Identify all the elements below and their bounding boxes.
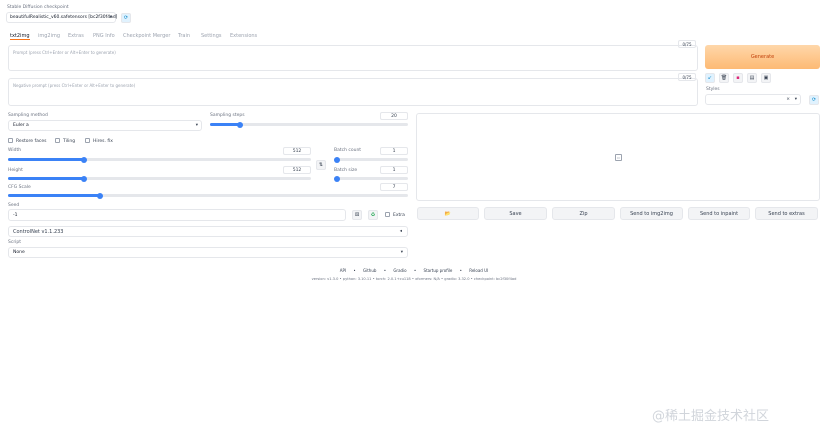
width-slider[interactable] [8, 156, 311, 163]
refresh-checkpoint-icon[interactable]: ⟳ [121, 13, 131, 23]
styles-select[interactable]: ▾ × [705, 94, 801, 105]
tab-png-info[interactable]: PNG Info [93, 33, 115, 39]
script-value: None [13, 250, 25, 255]
clear-icon[interactable]: × [786, 97, 790, 102]
swap-dimensions-icon[interactable]: ⇅ [316, 160, 326, 170]
negative-prompt-placeholder: Negative prompt (press Ctrl+Enter or Alt… [13, 83, 136, 88]
height-slider[interactable] [8, 175, 311, 182]
footer-link-reload-ui[interactable]: Reload UI [469, 268, 488, 273]
trash-icon[interactable]: 🗑 [719, 73, 729, 83]
cfg-scale-input[interactable]: 7 [380, 183, 408, 191]
sampling-steps-input[interactable]: 20 [380, 112, 408, 120]
batch-size-input[interactable]: 1 [380, 166, 408, 174]
script-select[interactable]: None ▾ [8, 247, 408, 258]
checkbox-box [8, 138, 13, 143]
red-card-icon[interactable]: ▪ [733, 73, 743, 83]
extra-seed-label: Extra [393, 213, 405, 218]
generate-button[interactable]: Generate [705, 45, 820, 69]
send-to-img2img-button[interactable]: Send to img2img [620, 207, 683, 220]
footer-links: API • Github • Gradio • Startup profile … [339, 268, 489, 273]
send-to-inpaint-button[interactable]: Send to inpaint [688, 207, 750, 220]
arrow-icon[interactable]: ↙ [705, 73, 715, 83]
tab-settings[interactable]: Settings [201, 33, 222, 39]
tab-extras[interactable]: Extras [68, 33, 84, 39]
cfg-scale-label: CFG Scale [8, 185, 31, 190]
tab-img2img[interactable]: img2img [38, 33, 60, 39]
restore-faces-label: Restore faces [16, 139, 47, 144]
save-button[interactable]: Save [484, 207, 547, 220]
refresh-styles-icon[interactable]: ⟳ [809, 95, 819, 105]
checkbox-box [385, 212, 390, 217]
batch-size-label: Batch size [334, 168, 358, 173]
height-label: Height [8, 168, 23, 173]
footer-link-gradio[interactable]: Gradio [393, 268, 406, 273]
batch-count-label: Batch count [334, 148, 362, 153]
footer-link-api[interactable]: API [340, 268, 346, 273]
hires-fix-label: Hires. fix [93, 139, 113, 144]
negative-prompt-input[interactable]: Negative prompt (press Ctrl+Enter or Alt… [8, 78, 698, 106]
chevron-down-icon: ▾ [109, 15, 112, 20]
cfg-scale-slider[interactable] [8, 192, 408, 199]
dice-icon[interactable]: ⚄ [352, 210, 362, 220]
checkpoint-value: beautifulRealistic_v60.safetensors [bc2f… [10, 15, 118, 20]
zip-button[interactable]: Zip [552, 207, 615, 220]
extra-seed-checkbox[interactable]: Extra [385, 212, 405, 218]
tab-bar: txt2img img2img Extras PNG Info Checkpoi… [10, 33, 410, 41]
sampling-steps-slider[interactable] [210, 121, 408, 128]
watermark-text: @稀土掘金技术社区 [652, 409, 770, 424]
tab-train[interactable]: Train [178, 33, 190, 39]
batch-count-input[interactable]: 1 [380, 147, 408, 155]
chevron-down-icon: ▾ [400, 250, 403, 255]
checkpoint-label: Stable Diffusion checkpoint [7, 5, 69, 10]
checkbox-box [85, 138, 90, 143]
prompt-placeholder: Prompt (press Ctrl+Enter or Alt+Enter to… [13, 50, 116, 55]
prompt-token-counter: 0/75 [678, 40, 696, 48]
tiling-checkbox[interactable]: Tiling [55, 138, 75, 144]
checkbox-box [55, 138, 60, 143]
width-input[interactable]: 512 [283, 147, 311, 155]
tiling-label: Tiling [63, 139, 76, 144]
prompt-input[interactable]: Prompt (press Ctrl+Enter or Alt+Enter to… [8, 45, 698, 71]
footer-link-startup-profile[interactable]: Startup profile [424, 268, 453, 273]
chevron-down-icon: ▾ [794, 97, 797, 102]
batch-count-slider[interactable] [334, 156, 408, 163]
send-to-extras-button[interactable]: Send to extras [755, 207, 818, 220]
script-label: Script [8, 240, 22, 245]
collapse-triangle-icon: ◂ [399, 229, 402, 234]
restore-faces-checkbox[interactable]: Restore faces [8, 138, 46, 144]
output-gallery: ▫ [416, 113, 820, 201]
recycle-icon[interactable]: ♻ [368, 210, 378, 220]
batch-size-slider[interactable] [334, 175, 408, 182]
controlnet-label: ControlNet v1.1.233 [13, 229, 64, 235]
seed-label: Seed [8, 203, 20, 208]
chevron-down-icon: ▾ [195, 123, 198, 128]
negative-prompt-token-counter: 0/75 [678, 73, 696, 81]
image-placeholder-icon: ▫ [615, 154, 622, 161]
controlnet-accordion[interactable]: ControlNet v1.1.233 ◂ [8, 226, 408, 237]
sampling-method-label: Sampling method [8, 113, 48, 118]
sampling-method-value: Euler a [13, 123, 29, 128]
open-folder-icon[interactable]: 📂 [417, 207, 479, 220]
width-label: Width [8, 148, 22, 153]
tab-txt2img[interactable]: txt2img [10, 33, 30, 40]
footer-link-github[interactable]: Github [363, 268, 376, 273]
tab-extensions[interactable]: Extensions [230, 33, 257, 39]
height-input[interactable]: 512 [283, 166, 311, 174]
hires-fix-checkbox[interactable]: Hires. fix [85, 138, 113, 144]
styles-label: Styles [706, 87, 720, 92]
sampling-steps-label: Sampling steps [210, 113, 245, 118]
seed-input[interactable]: -1 [8, 209, 346, 221]
checkpoint-select[interactable]: beautifulRealistic_v60.safetensors [bc2f… [6, 12, 118, 23]
clipboard-icon[interactable]: ▤ [747, 73, 757, 83]
seed-value: -1 [13, 213, 18, 218]
footer-versions: version: v1.3.0 • python: 3.10.11 • torc… [311, 277, 517, 281]
sampling-method-select[interactable]: Euler a ▾ [8, 120, 202, 131]
tab-checkpoint-merger[interactable]: Checkpoint Merger [123, 33, 170, 39]
save-style-icon[interactable]: ▣ [761, 73, 771, 83]
